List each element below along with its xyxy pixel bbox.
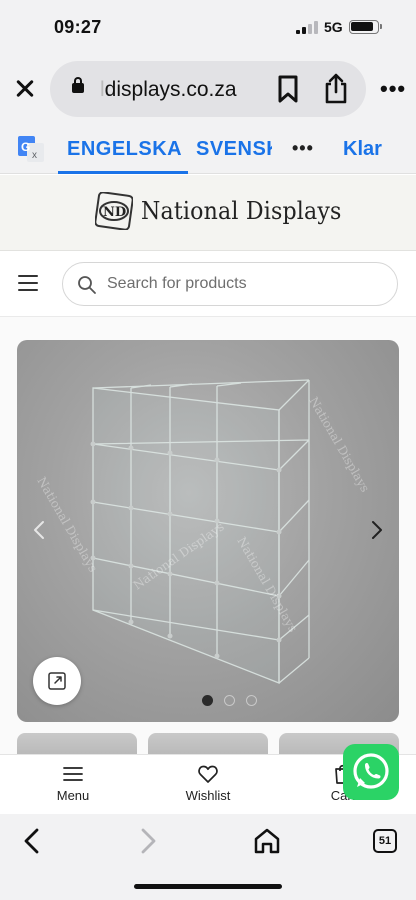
battery-icon: [349, 20, 382, 34]
nav-menu[interactable]: Menu: [28, 763, 118, 803]
more-icon[interactable]: •••: [380, 76, 406, 102]
google-translate-icon: G x: [18, 136, 44, 162]
logo-icon[interactable]: ND: [95, 192, 133, 230]
forward-icon[interactable]: [136, 826, 160, 856]
share-icon[interactable]: [322, 72, 350, 104]
search-icon: [78, 276, 96, 294]
watermark-text: National Displays: [306, 395, 372, 495]
search-box[interactable]: [62, 262, 398, 306]
lock-icon: [72, 77, 84, 93]
nav-wishlist-label: Wishlist: [185, 788, 231, 803]
tab-lang-english[interactable]: ENGELSKA: [58, 138, 188, 174]
heart-icon: [198, 765, 218, 783]
nav-wishlist[interactable]: Wishlist: [163, 763, 253, 803]
logo-text[interactable]: National Displays: [141, 197, 342, 225]
tabs-icon[interactable]: 51: [373, 829, 397, 853]
search-input[interactable]: [107, 272, 377, 296]
status-bar: 09:27 5G: [0, 0, 416, 56]
site-header: ND National Displays: [0, 175, 416, 251]
home-icon[interactable]: [253, 826, 281, 856]
whatsapp-icon: [353, 753, 389, 789]
translate-bar: G x ENGELSKA SVENSK ••• Klar: [0, 122, 416, 174]
pagination-dot-2[interactable]: [224, 695, 235, 706]
close-icon[interactable]: [10, 73, 40, 103]
svg-text:G: G: [21, 140, 30, 154]
translate-done-button[interactable]: Klar: [343, 138, 382, 161]
svg-text:ND: ND: [103, 205, 126, 220]
browser-toolbar: ldisplays.co.za •••: [0, 56, 416, 122]
address-bar[interactable]: ldisplays.co.za: [50, 61, 366, 117]
url-text: ldisplays.co.za: [100, 78, 237, 101]
home-indicator: [134, 884, 282, 889]
product-area: National Displays National Displays Nati…: [0, 317, 416, 763]
whatsapp-button[interactable]: [343, 744, 399, 800]
signal-icon: [296, 21, 318, 34]
search-row: [0, 251, 416, 317]
chevron-right-icon[interactable]: [367, 518, 387, 542]
translate-more-icon[interactable]: •••: [292, 138, 314, 159]
back-icon[interactable]: [20, 826, 44, 856]
expand-button[interactable]: [33, 657, 81, 705]
menu-icon[interactable]: [18, 275, 38, 291]
safari-bottom-bar: 51: [0, 814, 416, 900]
bookmark-icon[interactable]: [276, 75, 300, 103]
tab-lang-swedish[interactable]: SVENSK: [196, 138, 272, 161]
svg-text:x: x: [32, 150, 37, 161]
status-time: 09:27: [54, 17, 102, 37]
network-type: 5G: [324, 19, 343, 35]
chevron-left-icon[interactable]: [29, 518, 49, 542]
pagination-dot-3[interactable]: [246, 695, 257, 706]
product-image-gallery[interactable]: National Displays National Displays Nati…: [17, 340, 399, 722]
pagination-dot-1[interactable]: [202, 695, 213, 706]
expand-icon: [48, 672, 66, 690]
nav-menu-label: Menu: [56, 788, 90, 803]
gallery-pagination: [202, 694, 262, 708]
hamburger-icon: [63, 767, 83, 781]
